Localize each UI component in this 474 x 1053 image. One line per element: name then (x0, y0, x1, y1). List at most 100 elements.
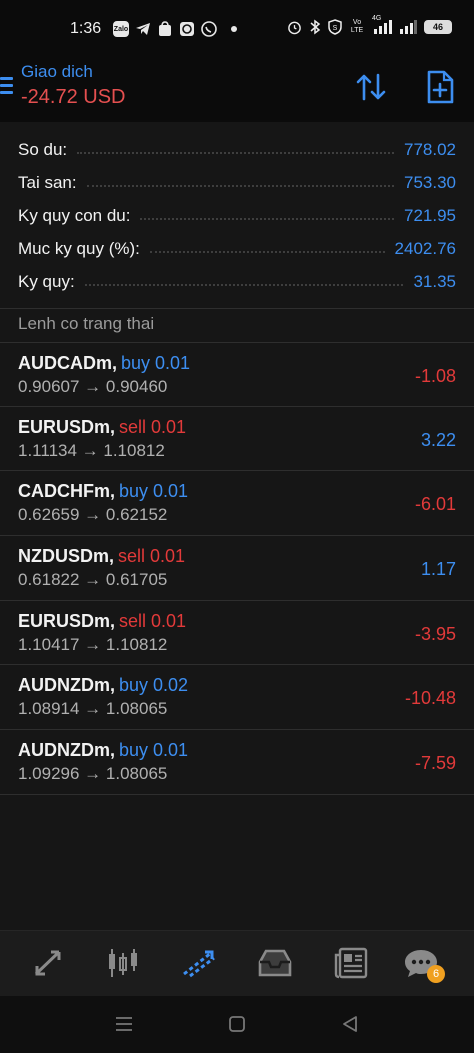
status-bar: 1:36 Zalo S Vo LTE 4G 46 (0, 0, 474, 60)
divider (0, 308, 474, 309)
system-status-icons: S Vo LTE 4G 46 (287, 15, 452, 35)
equity-label: Tai san: (18, 172, 77, 192)
balance-label: So du: (18, 139, 68, 159)
back-icon[interactable] (338, 1012, 362, 1036)
sync-icon (180, 22, 194, 36)
free-margin-value: 721.95 (404, 205, 456, 225)
vpn-icon: S (328, 19, 342, 35)
app-header: Giao dich -24.72 USD (0, 60, 474, 122)
position-profit: -6.01 (414, 494, 456, 515)
menu-icon[interactable] (0, 77, 14, 97)
dotted-leader (149, 250, 385, 253)
position-prices: 0.61822 → 0.61705 (18, 570, 168, 590)
position-prices: 1.09296 → 1.08065 (18, 764, 168, 784)
position-prices: 0.62659 → 0.62152 (18, 505, 168, 525)
net-label: 4G (372, 15, 382, 22)
signal-4g-icon: 4G (372, 15, 392, 35)
symbol-text: NZDUSDm, (18, 546, 115, 567)
account-summary: So du: 778.02 Tai san: 753.30 Ky quy con… (0, 133, 474, 298)
bottom-navigation: 6 (0, 930, 474, 996)
symbol-text: EURUSDm, (18, 610, 116, 631)
position-prices: 1.08914 → 1.08065 (18, 699, 168, 719)
dotted-leader (77, 151, 394, 154)
position-row[interactable]: EURUSDm, sell 0.01 1.10417 → 1.10812 -3.95 (0, 601, 474, 666)
notification-icons: Zalo (113, 21, 237, 37)
zalo-icon: Zalo (113, 21, 129, 37)
equity-value: 753.30 (404, 172, 456, 192)
position-symbol: NZDUSDm, sell 0.01 (18, 546, 185, 567)
equity-row: Tai san: 753.30 (0, 166, 474, 199)
signal-bars-4g (374, 20, 392, 34)
symbol-text: AUDNZDm, (18, 675, 115, 696)
volte-icon: Vo LTE (350, 19, 364, 34)
balance-row: So du: 778.02 (0, 133, 474, 166)
position-profit: -7.59 (414, 753, 456, 774)
system-navigation (0, 996, 474, 1053)
free-margin-row: Ky quy con du: 721.95 (0, 199, 474, 232)
dotted-leader (84, 283, 404, 286)
sort-icon[interactable] (355, 72, 387, 102)
battery-icon: 46 (424, 20, 452, 34)
history-icon[interactable] (255, 945, 295, 981)
new-order-icon[interactable] (425, 70, 455, 104)
symbol-text: AUDCADm, (18, 353, 117, 373)
position-side: sell 0.01 (119, 416, 187, 437)
margin-label: Ky quy: (18, 271, 75, 291)
position-row[interactable]: AUDNZDm, buy 0.02 1.08914 → 1.08065 -10.48 (0, 665, 474, 731)
position-side: buy 0.01 (119, 740, 189, 761)
positions-section-title: Lenh co trang thai (18, 314, 155, 333)
position-side: sell 0.01 (118, 546, 186, 567)
status-time: 1:36 (70, 20, 102, 37)
dotted-leader (86, 184, 394, 187)
whatsapp-icon (201, 21, 217, 37)
page-title: Giao dich (21, 62, 93, 81)
dotted-leader (140, 217, 394, 220)
home-icon[interactable] (225, 1012, 249, 1036)
position-profit: 3.22 (420, 429, 456, 450)
margin-row: Ky quy: 31.35 (0, 265, 474, 298)
floating-profit: -24.72 USD (21, 86, 126, 108)
alarm-icon (288, 21, 301, 35)
position-row[interactable]: NZDUSDm, sell 0.01 0.61822 → 0.61705 1.17 (0, 536, 474, 601)
dot-icon (231, 26, 237, 32)
position-row[interactable]: AUDNZDm, buy 0.01 1.09296 → 1.08065 -7.59 (0, 730, 474, 795)
position-profit: -1.08 (414, 366, 456, 386)
position-side: buy 0.01 (121, 353, 191, 373)
quotes-icon[interactable] (28, 945, 68, 981)
position-side: buy 0.01 (119, 481, 189, 502)
shopee-icon (159, 21, 171, 36)
position-side: buy 0.02 (119, 675, 189, 696)
chart-icon[interactable] (103, 945, 143, 981)
svg-text:S: S (333, 25, 338, 32)
news-icon[interactable] (331, 945, 371, 981)
free-margin-label: Ky quy con du: (18, 205, 131, 225)
positions-list: AUDCADm, buy 0.01 0.90607 → 0.90460 -1.08 EU… (0, 342, 474, 795)
position-symbol: AUDCADm, buy 0.01 (18, 353, 190, 374)
trade-icon[interactable] (179, 945, 219, 981)
chat-badge: 6 (427, 965, 445, 983)
recent-apps-icon[interactable] (112, 1012, 136, 1036)
position-symbol: CADCHFm, buy 0.01 (18, 481, 188, 502)
symbol-text: AUDNZDm, (18, 740, 115, 761)
margin-level-value: 2402.76 (394, 238, 456, 258)
margin-value: 31.35 (413, 271, 456, 291)
margin-level-label: Muc ky quy (%): (18, 238, 140, 258)
position-row[interactable]: EURUSDm, sell 0.01 1.11134 → 1.10812 3.22 (0, 407, 474, 472)
telegram-icon (136, 23, 150, 35)
position-symbol: AUDNZDm, buy 0.01 (18, 740, 188, 761)
position-profit: -10.48 (404, 688, 456, 709)
position-profit: -3.95 (414, 623, 456, 644)
position-row[interactable]: AUDCADm, buy 0.01 0.90607 → 0.90460 -1.08 (0, 342, 474, 407)
chat-icon[interactable]: 6 (401, 945, 445, 983)
position-profit: 1.17 (420, 559, 456, 580)
symbol-text: CADCHFm, (18, 481, 115, 502)
position-row[interactable]: CADCHFm, buy 0.01 0.62659 → 0.62152 -6.01 (0, 471, 474, 537)
position-prices: 1.11134 → 1.10812 (18, 440, 165, 460)
symbol-text: EURUSDm, (18, 416, 116, 437)
signal-icon (400, 20, 417, 34)
position-symbol: AUDNZDm, buy 0.02 (18, 675, 188, 696)
position-side: sell 0.01 (119, 610, 187, 631)
position-symbol: EURUSDm, sell 0.01 (18, 611, 186, 632)
margin-level-row: Muc ky quy (%): 2402.76 (0, 232, 474, 265)
bluetooth-icon (310, 19, 321, 35)
